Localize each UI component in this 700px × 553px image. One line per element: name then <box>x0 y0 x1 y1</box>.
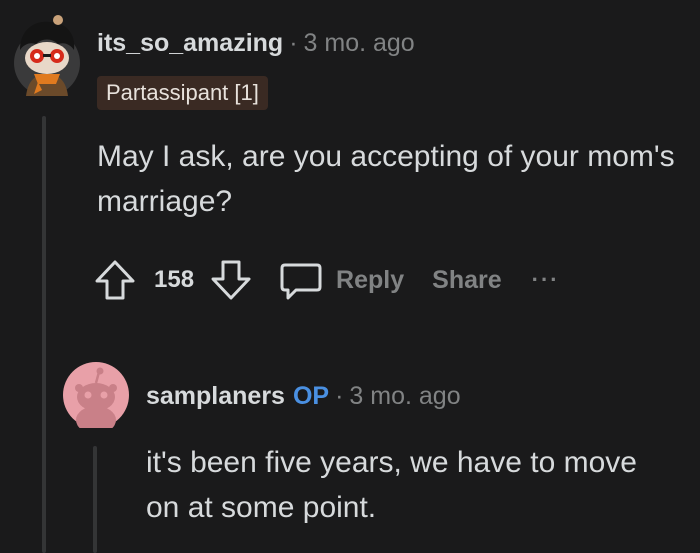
comment-header: samplaners OP · 3 mo. ago <box>146 379 461 413</box>
username[interactable]: samplaners <box>146 382 285 410</box>
comment-action-bar: 158 Reply Share ··· <box>92 256 560 304</box>
user-flair: Partassipant [1] <box>97 76 268 110</box>
speech-bubble-icon[interactable] <box>278 257 324 303</box>
comment-header: its_so_amazing · 3 mo. ago <box>97 26 415 60</box>
more-options-button[interactable]: ··· <box>532 267 560 293</box>
comment-timestamp[interactable]: 3 mo. ago <box>304 29 415 57</box>
comment-timestamp[interactable]: 3 mo. ago <box>349 382 460 410</box>
share-button[interactable]: Share <box>432 266 501 295</box>
user-avatar[interactable] <box>12 14 82 98</box>
comment-body: it's been five years, we have to move on… <box>146 446 637 524</box>
comment-body: May I ask, are you accepting of your mom… <box>97 140 675 218</box>
reply-button[interactable]: Reply <box>336 266 404 295</box>
vote-count: 158 <box>154 266 195 293</box>
downvote-arrow-icon[interactable] <box>208 257 254 303</box>
username[interactable]: its_so_amazing <box>97 29 283 57</box>
thread-line[interactable] <box>93 446 97 553</box>
meta-separator: · <box>335 382 344 410</box>
meta-separator: · <box>289 29 298 57</box>
upvote-arrow-icon[interactable] <box>92 257 138 303</box>
user-avatar[interactable] <box>63 362 129 434</box>
op-badge: OP <box>292 382 330 410</box>
thread-line[interactable] <box>42 116 46 553</box>
